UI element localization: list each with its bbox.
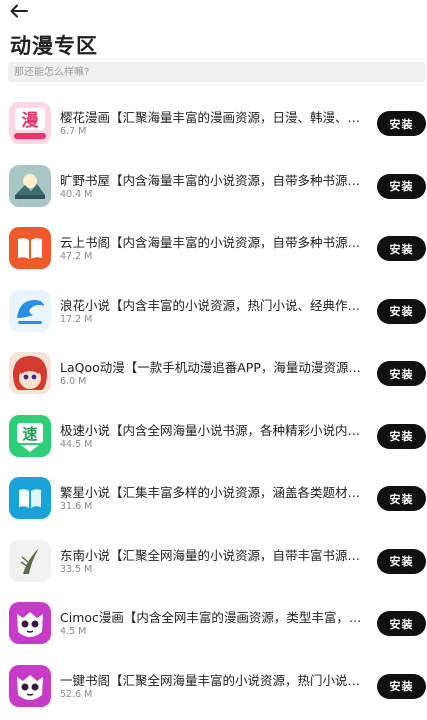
arrow-left-icon (10, 4, 28, 18)
app-name: 东南小说【汇聚全网海量的小说资源，自带丰富书源，… (60, 547, 372, 563)
app-list-item[interactable]: 东南小说【汇聚全网海量的小说资源，自带丰富书源，… 33.5 M 安装 (0, 530, 427, 593)
app-size: 52.6 M (60, 688, 93, 700)
install-button[interactable]: 安装 (377, 611, 426, 636)
app-size: 6.0 M (60, 376, 87, 387)
laqoo-anime-icon (9, 352, 51, 394)
app-list-item[interactable]: 一键书阁【汇聚全网海量丰富的小说资源，热门小说、… 52.6 M 安装 (0, 655, 427, 718)
install-button[interactable]: 安装 (377, 361, 426, 386)
app-list-item[interactable]: 旷野书屋【内含海量丰富的小说资源，自带多种书源，… 40.4 M 安装 (0, 155, 427, 218)
wilderness-book-icon (9, 164, 51, 207)
app-size: 17.2 M (60, 313, 93, 325)
app-size: 4.5 M (60, 626, 87, 637)
install-button[interactable]: 安装 (377, 423, 426, 449)
app-name: 浪花小说【内含丰富的小说资源，热门小说、经典作品… (60, 297, 372, 313)
app-name: 极速小说【内含全网海量小说书源，各种精彩小说内容… (60, 422, 372, 438)
app-size: 44.5 M (60, 438, 93, 450)
install-button[interactable]: 安装 (377, 298, 426, 324)
top-bar (0, 0, 427, 26)
search-input[interactable] (8, 62, 426, 82)
cloud-book-icon (9, 227, 51, 269)
svg-text:速: 速 (22, 425, 37, 443)
install-button[interactable]: 安装 (377, 486, 426, 511)
app-size: 33.5 M (60, 563, 93, 575)
app-list-item[interactable]: 漫 樱花漫画【汇聚海量丰富的漫画资源，日漫、韩漫、国漫… 6.7 M 安装 (0, 92, 427, 155)
app-name: 旷野书屋【内含海量丰富的小说资源，自带多种书源，… (60, 172, 372, 188)
southeast-novel-icon (9, 539, 51, 582)
sakura-manga-icon: 漫 (9, 102, 51, 144)
back-button[interactable] (8, 1, 30, 21)
app-name: 樱花漫画【汇聚海量丰富的漫画资源，日漫、韩漫、国漫… (60, 110, 372, 125)
app-name: 繁星小说【汇集丰富多样的小说资源，涵盖各类题材和… (60, 485, 372, 500)
app-size: 40.4 M (60, 188, 93, 200)
wave-novel-icon (9, 289, 51, 332)
svg-text:漫: 漫 (22, 110, 40, 131)
install-button[interactable]: 安装 (377, 236, 426, 261)
stars-novel-icon (9, 477, 51, 519)
app-size: 47.2 M (60, 251, 93, 262)
app-list-item[interactable]: 浪花小说【内含丰富的小说资源，热门小说、经典作品… 17.2 M 安装 (0, 280, 427, 343)
app-list-item[interactable]: 云上书阁【内含海量丰富的小说资源，自带多种书源，… 47.2 M 安装 (0, 217, 427, 280)
page-title: 动漫专区 (10, 34, 98, 58)
onekey-book-icon (9, 664, 51, 707)
app-name: LaQoo动漫【一款手机动漫追番APP，海量动漫资源，… (60, 360, 372, 375)
cimoc-manga-icon (9, 602, 51, 644)
app-name: 云上书阁【内含海量丰富的小说资源，自带多种书源，… (60, 235, 372, 250)
app-size: 6.7 M (60, 126, 87, 137)
app-list-item[interactable]: Cimoc漫画【内含全网丰富的漫画资源，类型丰富，解… 4.5 M 安装 (0, 592, 427, 655)
app-list-item[interactable]: 繁星小说【汇集丰富多样的小说资源，涵盖各类题材和… 31.6 M 安装 (0, 467, 427, 530)
install-button[interactable]: 安装 (377, 673, 426, 699)
app-list-item[interactable]: 速 极速小说【内含全网海量小说书源，各种精彩小说内容… 44.5 M 安装 (0, 405, 427, 468)
app-list-item[interactable]: LaQoo动漫【一款手机动漫追番APP，海量动漫资源，… 6.0 M 安装 (0, 342, 427, 405)
app-list: 漫樱花漫画【汇聚海量丰富的漫画资源，日漫、韩漫、国漫… 6.7 M 安装 旷野书屋【内… (0, 92, 427, 717)
install-button[interactable]: 安装 (377, 548, 426, 574)
app-name: Cimoc漫画【内含全网丰富的漫画资源，类型丰富，解… (60, 610, 372, 625)
app-name: 一键书阁【汇聚全网海量丰富的小说资源，热门小说、… (60, 672, 372, 688)
app-size: 31.6 M (60, 501, 93, 512)
speed-novel-icon: 速 (9, 414, 51, 457)
install-button[interactable]: 安装 (377, 173, 426, 199)
install-button[interactable]: 安装 (377, 111, 426, 136)
